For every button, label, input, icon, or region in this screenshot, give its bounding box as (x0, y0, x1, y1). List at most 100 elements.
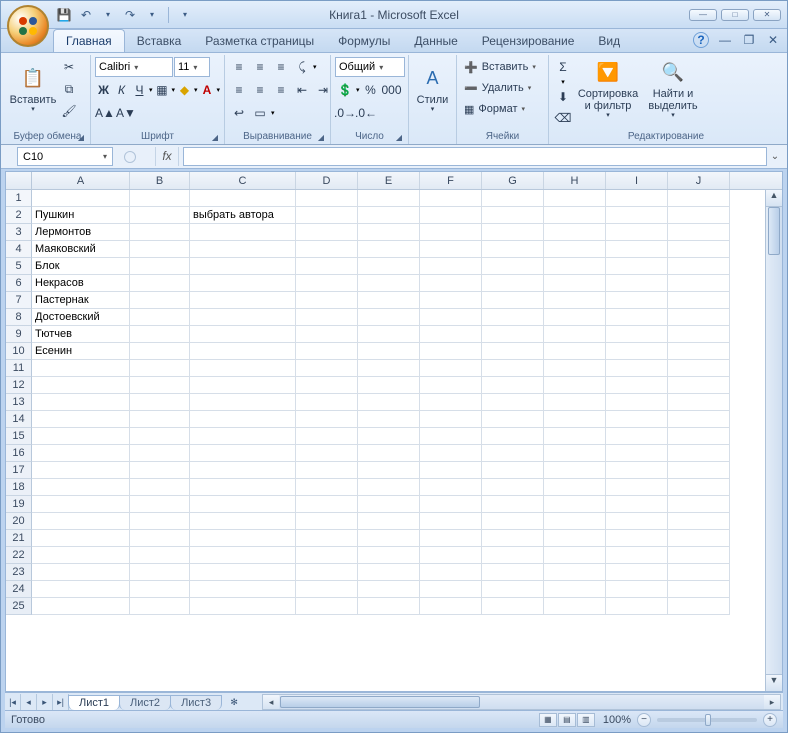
cell-A23[interactable] (32, 564, 130, 581)
last-sheet-icon[interactable]: ▸| (53, 694, 69, 710)
scroll-right-icon[interactable]: ▸ (764, 695, 780, 709)
cell-G15[interactable] (482, 428, 544, 445)
cell-E5[interactable] (358, 258, 420, 275)
cell-I8[interactable] (606, 309, 668, 326)
autosum-icon[interactable]: Σ (553, 57, 573, 77)
cell-G19[interactable] (482, 496, 544, 513)
minimize-button[interactable]: — (689, 9, 717, 21)
scroll-up-icon[interactable]: ▲ (766, 190, 782, 207)
cell-E19[interactable] (358, 496, 420, 513)
cell-E11[interactable] (358, 360, 420, 377)
cell-I10[interactable] (606, 343, 668, 360)
tab-главная[interactable]: Главная (53, 29, 125, 52)
copy-icon[interactable]: ⧉ (59, 79, 79, 99)
cell-H25[interactable] (544, 598, 606, 615)
cell-D9[interactable] (296, 326, 358, 343)
comma-icon[interactable]: 000 (382, 80, 402, 100)
cell-C6[interactable] (190, 275, 296, 292)
cell-B3[interactable] (130, 224, 190, 241)
cell-D1[interactable] (296, 190, 358, 207)
cell-B14[interactable] (130, 411, 190, 428)
cell-F5[interactable] (420, 258, 482, 275)
cell-H11[interactable] (544, 360, 606, 377)
cell-C14[interactable] (190, 411, 296, 428)
cell-B1[interactable] (130, 190, 190, 207)
cell-D3[interactable] (296, 224, 358, 241)
cell-B2[interactable] (130, 207, 190, 224)
horizontal-scrollbar[interactable]: ◂ ▸ (262, 694, 781, 710)
cell-E6[interactable] (358, 275, 420, 292)
cut-icon[interactable]: ✂ (59, 57, 79, 77)
cell-B12[interactable] (130, 377, 190, 394)
cell-D16[interactable] (296, 445, 358, 462)
cell-A4[interactable]: Маяковский (32, 241, 130, 258)
cell-I18[interactable] (606, 479, 668, 496)
cell-A9[interactable]: Тютчев (32, 326, 130, 343)
cell-G22[interactable] (482, 547, 544, 564)
cell-H15[interactable] (544, 428, 606, 445)
cell-D25[interactable] (296, 598, 358, 615)
restore-window-icon[interactable]: ❐ (741, 32, 757, 48)
cell-D12[interactable] (296, 377, 358, 394)
cell-J1[interactable] (668, 190, 730, 207)
cell-C25[interactable] (190, 598, 296, 615)
cell-A24[interactable] (32, 581, 130, 598)
cell-B10[interactable] (130, 343, 190, 360)
cell-B11[interactable] (130, 360, 190, 377)
cell-H3[interactable] (544, 224, 606, 241)
vertical-scrollbar[interactable]: ▲ ▼ (765, 190, 782, 691)
cell-B21[interactable] (130, 530, 190, 547)
cell-G18[interactable] (482, 479, 544, 496)
cell-C1[interactable] (190, 190, 296, 207)
cell-D6[interactable] (296, 275, 358, 292)
cell-J10[interactable] (668, 343, 730, 360)
cell-F6[interactable] (420, 275, 482, 292)
name-box[interactable]: C10▾ (17, 147, 113, 166)
cell-A1[interactable] (32, 190, 130, 207)
row-header-5[interactable]: 5 (6, 258, 32, 275)
cell-C22[interactable] (190, 547, 296, 564)
clear-icon[interactable]: ⌫ (553, 108, 573, 128)
cell-G2[interactable] (482, 207, 544, 224)
cell-F8[interactable] (420, 309, 482, 326)
cell-C5[interactable] (190, 258, 296, 275)
font-size-combo[interactable]: 11▾ (174, 57, 210, 77)
zoom-slider[interactable] (657, 718, 757, 722)
cell-J3[interactable] (668, 224, 730, 241)
sheet-tab-Лист2[interactable]: Лист2 (119, 695, 171, 710)
redo-dropdown-icon[interactable]: ▾ (144, 7, 160, 23)
cell-D23[interactable] (296, 564, 358, 581)
cell-C13[interactable] (190, 394, 296, 411)
tab-данные[interactable]: Данные (402, 30, 469, 52)
cell-G5[interactable] (482, 258, 544, 275)
save-icon[interactable]: 💾 (56, 7, 72, 23)
cell-A2[interactable]: Пушкин (32, 207, 130, 224)
cell-D7[interactable] (296, 292, 358, 309)
number-format-combo[interactable]: Общий▾ (335, 57, 405, 77)
cell-F18[interactable] (420, 479, 482, 496)
cell-H5[interactable] (544, 258, 606, 275)
cell-B15[interactable] (130, 428, 190, 445)
row-header-24[interactable]: 24 (6, 581, 32, 598)
row-header-20[interactable]: 20 (6, 513, 32, 530)
cell-I9[interactable] (606, 326, 668, 343)
cell-I17[interactable] (606, 462, 668, 479)
cell-J12[interactable] (668, 377, 730, 394)
cell-J14[interactable] (668, 411, 730, 428)
cell-H14[interactable] (544, 411, 606, 428)
cell-B20[interactable] (130, 513, 190, 530)
zoom-in-icon[interactable]: + (763, 713, 777, 727)
cell-H2[interactable] (544, 207, 606, 224)
cell-F17[interactable] (420, 462, 482, 479)
cell-D21[interactable] (296, 530, 358, 547)
cell-B24[interactable] (130, 581, 190, 598)
cell-F3[interactable] (420, 224, 482, 241)
cancel-formula-icon[interactable] (124, 151, 136, 163)
fill-color-icon[interactable]: ◆ (176, 80, 193, 100)
normal-view-icon[interactable]: ▦ (539, 713, 557, 727)
row-header-16[interactable]: 16 (6, 445, 32, 462)
decrease-indent-icon[interactable]: ⇤ (292, 80, 312, 100)
cell-C19[interactable] (190, 496, 296, 513)
column-header-E[interactable]: E (358, 172, 420, 189)
cell-G12[interactable] (482, 377, 544, 394)
